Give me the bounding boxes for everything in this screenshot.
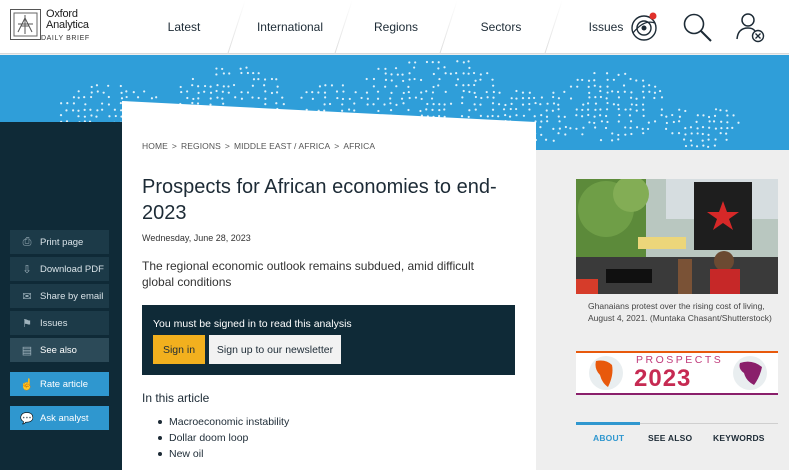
thumbs-up-icon: ☝ xyxy=(20,378,34,391)
breadcrumb: HOME > REGIONS > MIDDLE EAST / AFRICA > AFRICA xyxy=(142,141,375,151)
prospects-2023-banner[interactable]: PROSPECTS 2023 xyxy=(576,351,778,395)
breadcrumb-middle-east-africa[interactable]: MIDDLE EAST / AFRICA xyxy=(234,141,330,151)
right-column-tabs: ABOUT SEE ALSO KEYWORDS xyxy=(576,422,778,470)
share-email-label: Share by email xyxy=(40,290,104,302)
signin-message: You must be signed in to read this analy… xyxy=(153,318,352,330)
nav-sectors[interactable]: Sectors xyxy=(457,0,545,54)
breadcrumb-separator: > xyxy=(171,141,177,151)
document-icon: ▤ xyxy=(21,344,33,357)
flag-icon: ⚑ xyxy=(22,317,32,330)
in-this-article-list: Macroeconomic instability Dollar doom lo… xyxy=(158,414,289,462)
article-tools-sidebar: ⎙ Print page ⇩ Download PDF ✉ Share by e… xyxy=(0,122,122,470)
logo-line-2: Analytica xyxy=(46,19,89,31)
top-header: Oxford Analytica DAILY BRIEF Latest Inte… xyxy=(0,0,789,54)
list-item[interactable]: New oil xyxy=(158,446,289,462)
download-pdf-button[interactable]: ⇩ Download PDF xyxy=(10,257,109,281)
ask-analyst-label: Ask analyst xyxy=(40,412,89,424)
breadcrumb-regions[interactable]: REGIONS xyxy=(181,141,221,151)
oxford-analytica-logo[interactable]: Oxford Analytica DAILY BRIEF xyxy=(10,9,90,42)
nav-divider xyxy=(439,0,458,54)
see-also-label: See also xyxy=(40,344,77,356)
breadcrumb-separator: > xyxy=(224,141,230,151)
article-card: HOME > REGIONS > MIDDLE EAST / AFRICA > AFRICA… xyxy=(122,101,536,470)
nav-regions[interactable]: Regions xyxy=(352,0,440,54)
logo-subtitle: DAILY BRIEF xyxy=(41,35,90,42)
promo-year: 2023 xyxy=(634,365,692,392)
account-icon[interactable] xyxy=(735,11,767,43)
article-summary: The regional economic outlook remains su… xyxy=(142,259,474,289)
chat-icon: 💬 xyxy=(20,412,34,425)
protest-photo-image xyxy=(576,179,778,294)
print-page-button[interactable]: ⎙ Print page xyxy=(10,230,109,254)
breadcrumb-home[interactable]: HOME xyxy=(142,141,168,151)
issues-label: Issues xyxy=(40,317,68,329)
main-nav: Latest International Regions Sectors Iss… xyxy=(140,0,650,54)
nav-divider xyxy=(227,0,246,54)
nav-divider xyxy=(544,0,563,54)
download-pdf-label: Download PDF xyxy=(40,263,104,275)
active-tab-indicator xyxy=(576,422,640,425)
nav-latest[interactable]: Latest xyxy=(140,0,228,54)
nav-divider xyxy=(334,0,353,54)
nav-international[interactable]: International xyxy=(245,0,335,54)
breadcrumb-separator: > xyxy=(334,141,340,151)
print-page-label: Print page xyxy=(40,236,84,248)
ask-analyst-button[interactable]: 💬 Ask analyst xyxy=(10,406,109,430)
list-item[interactable]: Dollar doom loop xyxy=(158,430,289,446)
photo-caption: Ghanaians protest over the rising cost o… xyxy=(588,301,772,323)
list-item[interactable]: Macroeconomic instability xyxy=(158,414,289,430)
tab-see-also[interactable]: SEE ALSO xyxy=(648,433,692,443)
tab-keywords[interactable]: KEYWORDS xyxy=(713,433,765,443)
email-icon: ✉ xyxy=(22,290,32,303)
in-this-article-heading: In this article xyxy=(142,391,210,405)
article-title: Prospects for African economies to end-2… xyxy=(142,176,497,224)
rate-article-label: Rate article xyxy=(40,378,89,390)
print-icon: ⎙ xyxy=(22,235,32,248)
pdf-icon: ⇩ xyxy=(22,263,32,276)
global-briefing-icon[interactable] xyxy=(628,11,660,43)
search-icon[interactable] xyxy=(681,11,713,43)
signin-prompt: You must be signed in to read this analy… xyxy=(142,305,515,375)
rate-article-button[interactable]: ☝ Rate article xyxy=(10,372,109,396)
article-photo[interactable] xyxy=(576,179,778,294)
breadcrumb-africa[interactable]: AFRICA xyxy=(343,141,375,151)
signin-button[interactable]: Sign in xyxy=(153,335,205,364)
tab-about[interactable]: ABOUT xyxy=(593,433,624,443)
issues-button[interactable]: ⚑ Issues xyxy=(10,311,109,335)
see-also-button[interactable]: ▤ See also xyxy=(10,338,109,362)
share-email-button[interactable]: ✉ Share by email xyxy=(10,284,109,308)
article-date: Wednesday, June 28, 2023 xyxy=(142,233,251,243)
newsletter-signup-button[interactable]: Sign up to our newsletter xyxy=(209,335,341,364)
logo-mark-icon xyxy=(10,9,41,40)
